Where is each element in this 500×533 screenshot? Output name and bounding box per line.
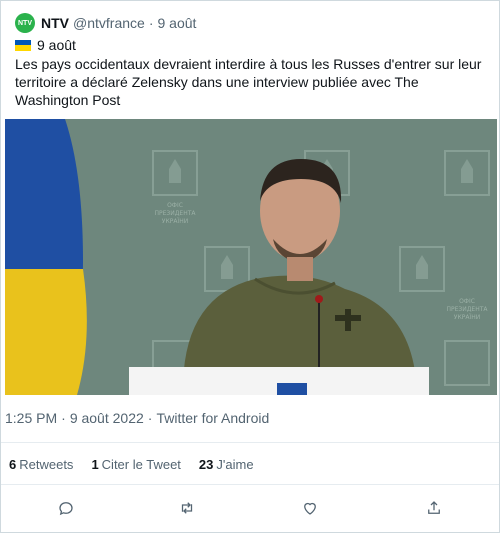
tweet-time[interactable]: 1:25 PM <box>5 410 57 426</box>
tweet-date[interactable]: 9 août <box>157 15 196 31</box>
likes-stat[interactable]: 23 J'aime <box>199 457 254 472</box>
like-icon <box>304 502 316 515</box>
retweets-count: 6 <box>9 457 17 472</box>
retweets-stat[interactable]: 6 Retweets <box>9 457 73 472</box>
ukraine-flag-icon <box>15 39 31 51</box>
meta-dot: · <box>147 410 153 426</box>
header-separator: · <box>148 15 154 31</box>
tweet-actions <box>1 497 499 521</box>
like-button[interactable] <box>299 497 321 519</box>
quotes-stat[interactable]: 1 Citer le Tweet <box>91 457 180 472</box>
share-button[interactable] <box>423 497 445 519</box>
share-icon <box>428 501 440 514</box>
backdrop-text: ПРЕЗИДЕНТА <box>446 306 488 313</box>
tweet-text: Les pays occidentaux devraient interdire… <box>15 56 482 108</box>
meta-dot: · <box>61 410 66 426</box>
avatar[interactable]: NTV <box>15 13 35 33</box>
tweet-meta: 1:25 PM · 9 août 2022 · Twitter for Android <box>5 410 269 426</box>
quotes-count: 1 <box>91 457 99 472</box>
zelensky-photo: ОФІС ПРЕЗИДЕНТА УКРАЇНИ ОФІС ПРЕЗИДЕНТА … <box>5 119 497 395</box>
tweet-source[interactable]: Twitter for Android <box>156 410 269 426</box>
divider <box>1 442 499 443</box>
retweet-icon <box>181 502 193 514</box>
backdrop-text: ОФІС <box>459 298 475 305</box>
reply-icon <box>59 502 73 516</box>
tweet-full-date[interactable]: 9 août 2022 <box>70 410 144 426</box>
reply-button[interactable] <box>55 497 77 519</box>
tweet-header: NTV NTV @ntvfrance · 9 août <box>15 13 196 33</box>
retweets-label: Retweets <box>19 457 74 472</box>
retweet-button[interactable] <box>176 497 198 519</box>
divider <box>1 484 499 485</box>
tweet-card: NTV NTV @ntvfrance · 9 août 9 août Les p… <box>0 0 500 533</box>
flag-line: 9 août <box>15 37 76 53</box>
flag-date: 9 août <box>37 37 76 53</box>
likes-count: 23 <box>198 457 214 472</box>
tweet-stats: 6 Retweets 1 Citer le Tweet 23 J'aime <box>9 457 272 472</box>
author-name[interactable]: NTV <box>41 15 69 31</box>
backdrop-text: ПРЕЗИДЕНТА <box>154 210 196 217</box>
backdrop-text: УКРАЇНИ <box>454 314 480 321</box>
backdrop-text: УКРАЇНИ <box>162 218 188 225</box>
likes-label: J'aime <box>216 457 254 472</box>
backdrop-text: ОФІС <box>167 202 183 209</box>
author-handle[interactable]: @ntvfrance <box>73 15 145 31</box>
quotes-label: Citer le Tweet <box>101 457 181 472</box>
tweet-image[interactable]: ОФІС ПРЕЗИДЕНТА УКРАЇНИ ОФІС ПРЕЗИДЕНТА … <box>5 119 497 395</box>
